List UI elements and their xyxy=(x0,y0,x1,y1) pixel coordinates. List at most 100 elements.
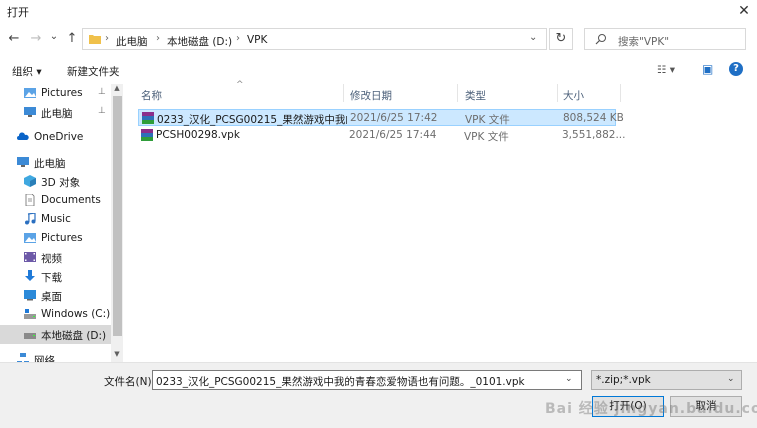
chevron-down-icon[interactable]: ⌄ xyxy=(727,374,735,384)
new-folder-button[interactable]: 新建文件夹 xyxy=(67,64,120,79)
sidebar-item-label: 下载 xyxy=(41,272,62,284)
file-modified: 2021/6/25 17:44 xyxy=(349,129,437,141)
cloud-icon xyxy=(17,132,29,140)
refresh-button[interactable]: ↻ xyxy=(549,28,573,50)
column-header-size[interactable]: 大小 xyxy=(563,88,584,103)
sidebar-item-label: 此电脑 xyxy=(41,108,73,120)
chevron-down-icon[interactable]: ⌄ xyxy=(565,374,573,384)
preview-pane-button[interactable]: ▣ xyxy=(702,62,713,76)
file-size: 3,551,882... xyxy=(562,129,626,141)
breadcrumb-drive-d[interactable]: 本地磁盘 (D:) xyxy=(167,34,232,49)
column-divider[interactable] xyxy=(557,84,558,102)
file-size: 808,524 KB xyxy=(563,112,624,124)
breadcrumb-this-pc[interactable]: 此电脑 xyxy=(116,34,148,49)
pin-icon: ⊥ xyxy=(98,87,106,97)
breadcrumb-separator: › xyxy=(236,33,240,44)
column-divider[interactable] xyxy=(620,84,621,102)
sidebar-item-label: Documents xyxy=(41,194,101,206)
sidebar-item-label: Windows (C:) xyxy=(41,308,111,320)
help-button[interactable]: ? xyxy=(729,62,743,76)
music-icon xyxy=(25,213,36,225)
sidebar-item-label: Pictures xyxy=(41,87,83,99)
filename-label: 文件名(N): xyxy=(104,376,156,388)
document-icon xyxy=(25,194,35,206)
sidebar-item-label: 视频 xyxy=(41,253,62,265)
sidebar-item-music[interactable]: Music xyxy=(0,210,111,229)
search-icon xyxy=(595,34,606,45)
file-type: VPK 文件 xyxy=(465,114,510,126)
search-box[interactable]: 搜索"VPK" xyxy=(584,28,746,50)
search-input[interactable]: 搜索"VPK" xyxy=(618,34,669,49)
column-divider[interactable] xyxy=(457,84,458,102)
sidebar-item-3d-objects[interactable]: 3D 对象 xyxy=(0,172,111,191)
sidebar-item-label: 3D 对象 xyxy=(41,177,81,189)
sidebar-item-label: Music xyxy=(41,213,71,225)
up-button[interactable]: ↑ xyxy=(64,30,80,48)
sidebar-item-label: 此电脑 xyxy=(34,158,66,170)
forward-button[interactable]: → xyxy=(28,30,44,48)
sidebar-item-documents[interactable]: Documents xyxy=(0,191,111,210)
sidebar-item-onedrive[interactable]: OneDrive xyxy=(0,128,111,147)
sidebar-item-desktop[interactable]: 桌面 xyxy=(0,286,111,305)
column-header-type[interactable]: 类型 xyxy=(465,88,486,103)
sidebar-item-downloads[interactable]: 下载 xyxy=(0,267,111,286)
sidebar-item-local-disk-d[interactable]: 本地磁盘 (D:) xyxy=(0,325,111,344)
recent-locations-button[interactable]: ⌄ xyxy=(46,28,62,46)
sort-ascending-icon: ^ xyxy=(236,80,244,90)
file-row[interactable]: PCSH00298.vpk 2021/6/25 17:44 VPK 文件 3,5… xyxy=(138,127,625,144)
breadcrumb-separator: › xyxy=(156,33,160,44)
download-icon xyxy=(25,270,35,281)
file-name: PCSH00298.vpk xyxy=(156,129,240,141)
column-header-name[interactable]: 名称 xyxy=(141,88,162,103)
file-type: VPK 文件 xyxy=(464,131,509,143)
sidebar-item-videos[interactable]: 视频 xyxy=(0,248,111,267)
address-bar[interactable]: › 此电脑 › 本地磁盘 (D:) › VPK ⌄ xyxy=(82,28,547,50)
sidebar-item-pictures[interactable]: Pictures xyxy=(0,229,111,248)
pictures-icon xyxy=(24,233,36,243)
sidebar-item-windows-c[interactable]: Windows (C:) xyxy=(0,305,111,324)
filename-input[interactable]: 0233_汉化_PCSG00215_果然游戏中我的青春恋爱物语也有问题。_010… xyxy=(152,370,582,390)
sidebar-item-pictures-quick[interactable]: Pictures ⊥ xyxy=(0,84,111,103)
command-bar: 组织 ▾ 新建文件夹 ☷ ▾ ▣ xyxy=(0,58,757,82)
sidebar-item-network[interactable]: 网络 xyxy=(0,350,111,362)
navigation-pane: Pictures ⊥ 此电脑 ⊥ OneDrive 此电脑 3D 对象 Docu… xyxy=(0,84,111,362)
column-header-modified[interactable]: 修改日期 xyxy=(350,88,392,103)
pictures-icon xyxy=(24,88,36,98)
file-name: 0233_汉化_PCSG00215_果然游戏中我的... xyxy=(157,114,347,126)
filename-value: 0233_汉化_PCSG00215_果然游戏中我的青春恋爱物语也有问题。_010… xyxy=(156,376,525,388)
file-type-filter[interactable]: *.zip;*.vpk ⌄ xyxy=(591,370,742,390)
watermark: Bai 经验 jingyan.baidu.com xyxy=(545,401,757,417)
filter-value: *.zip;*.vpk xyxy=(596,374,651,386)
breadcrumb-separator: › xyxy=(105,33,109,44)
close-button[interactable]: ✕ xyxy=(733,2,755,20)
view-options-button[interactable]: ☷ ▾ xyxy=(657,64,675,76)
drive-icon xyxy=(24,333,36,339)
column-divider[interactable] xyxy=(343,84,344,102)
organize-menu[interactable]: 组织 ▾ xyxy=(12,64,42,79)
sidebar-item-this-pc-quick[interactable]: 此电脑 ⊥ xyxy=(0,103,111,122)
sidebar-item-label: 桌面 xyxy=(41,291,62,303)
breadcrumb-vpk[interactable]: VPK xyxy=(247,34,267,46)
cube-icon xyxy=(24,175,36,187)
scroll-down-icon[interactable]: ▼ xyxy=(111,350,123,360)
sidebar-item-label: 网络 xyxy=(34,355,55,362)
computer-icon xyxy=(24,107,36,117)
scrollbar-thumb[interactable] xyxy=(113,96,122,336)
sidebar-item-this-pc[interactable]: 此电脑 xyxy=(0,153,111,172)
video-icon xyxy=(24,252,36,262)
archive-file-icon xyxy=(142,112,154,124)
computer-icon xyxy=(17,157,29,167)
file-row-selected[interactable]: 0233_汉化_PCSG00215_果然游戏中我的... 2021/6/25 1… xyxy=(138,109,624,126)
chevron-down-icon[interactable]: ⌄ xyxy=(529,32,537,43)
archive-file-icon xyxy=(141,129,153,141)
title-bar: 打开 ✕ xyxy=(0,0,757,22)
window-title: 打开 xyxy=(7,6,29,19)
network-icon xyxy=(17,353,29,362)
folder-icon xyxy=(89,35,101,44)
scroll-up-icon[interactable]: ▲ xyxy=(111,84,123,94)
back-button[interactable]: ← xyxy=(6,30,22,48)
sidebar-item-label: OneDrive xyxy=(34,131,84,143)
sidebar-item-label: 本地磁盘 (D:) xyxy=(41,330,107,342)
sidebar-item-label: Pictures xyxy=(41,232,83,244)
pin-icon: ⊥ xyxy=(98,106,106,116)
